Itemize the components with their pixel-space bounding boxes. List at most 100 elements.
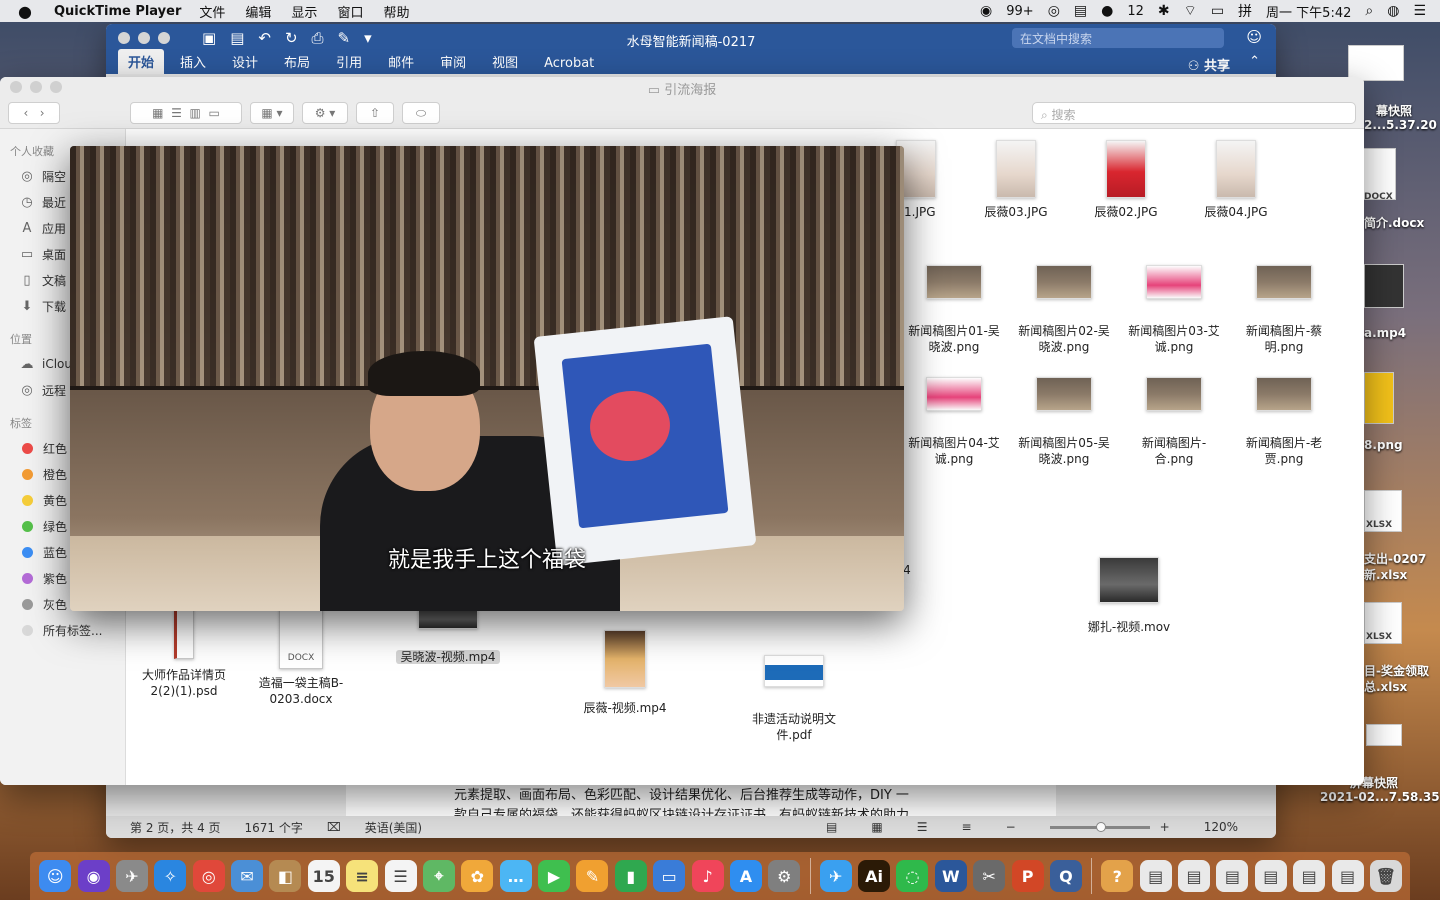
quicktime-icon[interactable]: Q — [1049, 860, 1082, 892]
file-item[interactable]: 新闻稿图片04-艾诚.png — [904, 377, 1004, 467]
web-layout-icon[interactable]: ▦ — [871, 820, 882, 834]
desktop-image-thumb[interactable] — [1364, 372, 1394, 424]
appstore-icon[interactable]: A — [729, 860, 762, 892]
tab-mailings[interactable]: 邮件 — [378, 49, 424, 74]
file-item[interactable]: 新闻稿图片-老贾.png — [1234, 377, 1334, 467]
outline-icon[interactable]: ☰ — [917, 820, 928, 834]
calendar-icon[interactable]: 15 — [307, 860, 340, 892]
battery-icon[interactable]: ▭ — [1211, 3, 1224, 19]
desktop-file-label[interactable]: a.mp4 — [1364, 326, 1406, 340]
illustrator-icon[interactable]: Ai — [858, 860, 891, 892]
chrome-icon[interactable]: ◎ — [192, 860, 225, 892]
menu-app-name[interactable]: QuickTime Player — [54, 4, 181, 19]
sidebar-item-all-tags[interactable]: 所有标签... — [0, 617, 125, 643]
numbers-icon[interactable]: ▮ — [614, 860, 647, 892]
folder-icon[interactable]: ▤ — [1178, 860, 1211, 892]
notification-badge-icon[interactable]: ● — [1101, 3, 1113, 19]
music-icon[interactable]: ♪ — [691, 860, 724, 892]
menu-view[interactable]: 显示 — [291, 2, 317, 21]
quicktime-video-window[interactable]: 就是我手上这个福袋 — [70, 146, 904, 611]
photos-icon[interactable]: ✿ — [461, 860, 494, 892]
desktop-file-label[interactable]: 8.png — [1364, 438, 1403, 452]
launchpad-icon[interactable]: ✈ — [115, 860, 148, 892]
file-item[interactable]: 娜扎-视频.mov — [1079, 557, 1179, 635]
trash-icon[interactable]: 🗑 — [1369, 860, 1402, 892]
page-count[interactable]: 第 2 页，共 4 页 — [130, 819, 221, 836]
tab-insert[interactable]: 插入 — [170, 49, 216, 74]
feedback-icon[interactable]: ☺ — [1246, 28, 1262, 46]
safari-icon[interactable]: ✧ — [154, 860, 187, 892]
file-item[interactable]: 新闻稿图片03-艾诚.png — [1124, 265, 1224, 355]
file-item[interactable]: 非遗活动说明文件.pdf — [744, 655, 844, 743]
file-item[interactable]: 新闻稿图片02-吴晓波.png — [1014, 265, 1114, 355]
cc-icon[interactable]: ◎ — [1048, 3, 1060, 19]
apple-menu-icon[interactable]: ● — [18, 2, 36, 21]
file-item[interactable]: 辰薇-视频.mp4 — [575, 630, 675, 716]
reminders-icon[interactable]: ☰ — [384, 860, 417, 892]
collapse-ribbon-icon[interactable]: ⌃ — [1249, 54, 1260, 69]
document-page[interactable]: 元素提取、画面布局、色彩匹配、设计结果优化、后台推荐生成等动作，DIY 一 款自… — [346, 784, 1056, 820]
pages-icon[interactable]: ✎ — [576, 860, 609, 892]
wechat-status-icon[interactable]: ◉ — [980, 3, 992, 19]
finder-icon[interactable]: ☺ — [39, 860, 72, 892]
file-item-selected[interactable]: 吴晓波-视频.mp4 — [396, 605, 500, 665]
folder-icon[interactable]: ▤ — [1254, 860, 1287, 892]
action-button[interactable]: ⚙ ▾ — [302, 102, 348, 124]
contacts-icon[interactable]: ◧ — [269, 860, 302, 892]
back-icon[interactable]: ‹ — [23, 106, 28, 120]
zoom-slider[interactable] — [1049, 821, 1150, 832]
group-button[interactable]: ▦ ▾ — [250, 102, 294, 124]
clock[interactable]: 周一 下午5:42 — [1266, 2, 1351, 21]
file-item[interactable]: 辰薇03.JPG — [976, 140, 1056, 220]
file-item[interactable]: 新闻稿图片05-吴晓波.png — [1014, 377, 1114, 467]
menu-file[interactable]: 文件 — [199, 2, 225, 21]
menu-help[interactable]: 帮助 — [383, 2, 409, 21]
finder-search-input[interactable]: ⌕ 搜索 — [1032, 102, 1356, 124]
word-search-input[interactable]: 在文档中搜索 — [1012, 28, 1224, 48]
notification-center-icon[interactable]: ☰ — [1413, 3, 1426, 19]
help-icon[interactable]: ? — [1101, 860, 1134, 892]
spotlight-icon[interactable]: ⌕ — [1365, 3, 1373, 19]
powerpoint-icon[interactable]: P — [1011, 860, 1044, 892]
tag-button[interactable]: ⬭ — [402, 102, 440, 124]
desktop-video-thumb[interactable] — [1364, 264, 1404, 308]
desktop-screenshot-thumb[interactable] — [1366, 724, 1402, 746]
messages-icon[interactable]: … — [499, 860, 532, 892]
word-icon[interactable]: W — [934, 860, 967, 892]
keynote-icon[interactable]: ▭ — [653, 860, 686, 892]
tab-acrobat[interactable]: Acrobat — [534, 53, 604, 74]
feishu-icon[interactable]: ✈ — [819, 860, 852, 892]
tab-references[interactable]: 引用 — [326, 49, 372, 74]
bluetooth-icon[interactable]: ✱ — [1158, 3, 1170, 19]
zoom-in-icon[interactable]: + — [1160, 820, 1170, 834]
print-layout-icon[interactable]: ▤ — [826, 820, 837, 834]
file-item[interactable]: DOCX 造福一袋主稿B-0203.docx — [256, 607, 346, 707]
tab-view[interactable]: 视图 — [482, 49, 528, 74]
share-button[interactable]: ⚇ 共享 — [1188, 55, 1230, 74]
desktop-screenshot-thumb[interactable] — [1348, 45, 1404, 81]
desktop-file-label[interactable]: 支出-0207 — [1364, 550, 1426, 567]
view-mode-buttons[interactable]: ▦ ☰ ▥ ▭ — [130, 102, 242, 124]
settings-icon[interactable]: ⚙ — [768, 860, 801, 892]
wechat-icon[interactable]: ◌ — [896, 860, 929, 892]
zoom-out-icon[interactable]: − — [1006, 820, 1016, 834]
file-item[interactable]: 新闻稿图片01-吴晓波.png — [904, 265, 1004, 355]
maps-icon[interactable]: ⌖ — [422, 860, 455, 892]
tab-home[interactable]: 开始 — [118, 49, 165, 74]
file-item[interactable]: 大师作品详情页2(2)(1).psd — [134, 607, 234, 699]
zoom-slider-thumb[interactable] — [1095, 821, 1106, 832]
display-icon[interactable]: ▤ — [1074, 3, 1087, 19]
preview-icon[interactable]: ✉ — [231, 860, 264, 892]
folder-icon[interactable]: ▤ — [1139, 860, 1172, 892]
word-count[interactable]: 1671 个字 — [245, 819, 303, 836]
desktop-file-label[interactable]: 幕快照 — [1376, 102, 1412, 119]
file-item[interactable]: 辰薇02.JPG — [1086, 140, 1166, 220]
tab-review[interactable]: 审阅 — [430, 49, 476, 74]
tab-design[interactable]: 设计 — [222, 49, 268, 74]
folder-icon[interactable]: ▤ — [1331, 860, 1364, 892]
folder-icon[interactable]: ▤ — [1293, 860, 1326, 892]
icon-view-icon[interactable]: ▦ — [152, 106, 163, 120]
list-view-icon[interactable]: ☰ — [171, 106, 182, 120]
siri-icon[interactable]: ◉ — [77, 860, 110, 892]
file-item[interactable]: 辰薇04.JPG — [1196, 140, 1276, 220]
